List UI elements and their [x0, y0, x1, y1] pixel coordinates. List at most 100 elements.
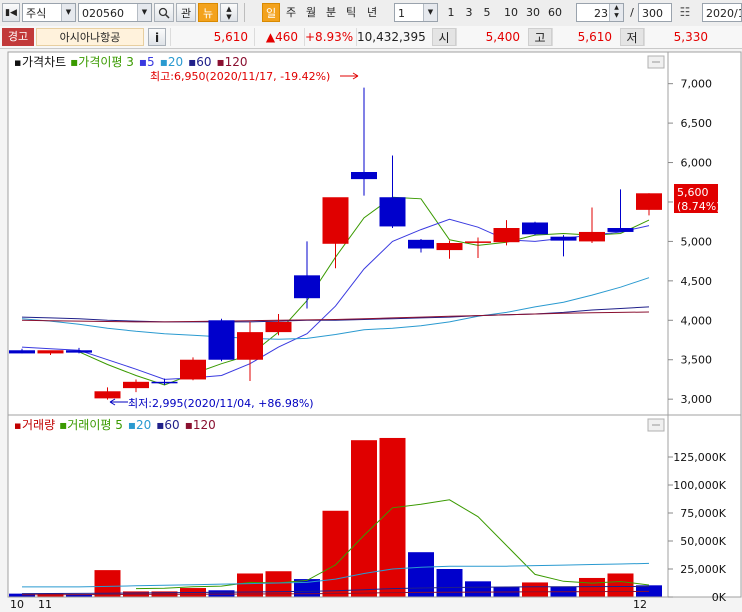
quick-interval-5[interactable]: 5 [480, 3, 494, 22]
stepper-updown-icon[interactable]: ▲ ▼ [220, 3, 238, 22]
x-label-11: 11 [38, 598, 52, 611]
volume-bar [322, 510, 349, 597]
date-input[interactable]: 2020/1 [702, 3, 742, 22]
legend-item-price-legend-2: ▪20 [160, 55, 183, 69]
warning-badge: 경고 [2, 28, 34, 46]
date-value: 2020/1 [706, 7, 742, 20]
chart-area[interactable]: ▪ 가격차트 ▪가격이평 3 ▪5 ▪20 ▪60 ▪120 ▪ 거래량 ▪거래이평 5… [0, 48, 742, 612]
candle-body [522, 222, 548, 235]
open-price: 5,400 [456, 28, 526, 46]
x-axis: 10 11 12 [8, 596, 668, 611]
legend-item-price-legend-3: ▪60 [188, 55, 211, 69]
quick-interval-3[interactable]: 3 [462, 3, 476, 22]
volume-bar [522, 582, 548, 597]
volume-bar [607, 573, 634, 597]
quick-interval-1[interactable]: 1 [444, 3, 458, 22]
stepper-icon[interactable]: ▲ ▼ [609, 4, 623, 21]
volume-bar [9, 593, 35, 597]
volume-legend-bullet: ▪ [14, 419, 21, 432]
price-tick-label: 4,000 [681, 314, 713, 327]
stock-name: 아시아나항공 [36, 28, 144, 46]
candle-body [94, 391, 121, 399]
price-tick-label: 5,000 [681, 235, 713, 248]
candle-body [493, 228, 520, 243]
last-price-tag: 5,600 (8.74%) [674, 184, 721, 213]
quick-interval-60[interactable]: 60 [546, 3, 564, 22]
candle-body [550, 236, 577, 241]
volume-bar [465, 581, 491, 597]
candle-body [379, 197, 406, 227]
legend-item-vol-legend-1: ▪20 [128, 418, 151, 432]
watchlist-button[interactable]: 관 [176, 3, 196, 22]
total-count-field[interactable]: 300 [638, 3, 672, 22]
high-price: 5,610 [552, 28, 618, 46]
candle-body [237, 332, 263, 360]
toolbar: ▮◀ 주식 ▼ 020560 ▼ 관 뉴 ▲ ▼ 일 주 월 분 틱 년 1 ▼ … [0, 0, 742, 27]
trade-volume: 10,432,395 [356, 28, 430, 46]
candle-body [408, 239, 434, 249]
volume-bar [37, 593, 64, 597]
tab-tick[interactable]: 틱 [342, 3, 360, 22]
low-price: 5,330 [644, 28, 714, 46]
price-tick-label: 6,000 [681, 157, 713, 170]
volume-tick-label: 125,000K [673, 451, 726, 464]
volume-tick-label: 25,000K [680, 563, 726, 576]
x-label-12: 12 [633, 598, 647, 611]
price-legend-bullet: ▪ [14, 56, 21, 69]
interval-select[interactable]: 1 ▼ [394, 3, 438, 22]
tab-month[interactable]: 월 [302, 3, 320, 22]
current-price: 5,610 [170, 28, 254, 46]
stock-code-value: 020560 [82, 7, 124, 20]
legend-item-price-legend-0: ▪가격이평 3 [70, 55, 134, 69]
volume-bar [379, 437, 406, 597]
search-icon [158, 7, 170, 19]
quick-interval-30[interactable]: 30 [524, 3, 542, 22]
total-count-value: 300 [642, 7, 663, 20]
chevron-down-icon[interactable]: ▼ [423, 4, 437, 21]
volume-tick-label: 100,000K [673, 479, 726, 492]
price-change: ▲460 [254, 28, 304, 46]
high-annotation: 최고:6,950(2020/11/17, -19.42%) [150, 70, 330, 83]
candle-body [208, 320, 235, 360]
tab-week[interactable]: 주 [282, 3, 300, 22]
tab-minute[interactable]: 분 [322, 3, 340, 22]
candle-body [607, 228, 634, 232]
volume-bar [408, 552, 434, 597]
stock-code-input[interactable]: 020560 ▼ [78, 3, 152, 22]
candle-body [465, 241, 491, 243]
low-annotation: 최저:2,995(2020/11/04, +86.98%) [128, 397, 314, 410]
volume-legend: ▪ 거래량 ▪거래이평 5 ▪20 ▪60 ▪120 [14, 418, 216, 432]
grid-settings-icon[interactable]: ☷ [675, 3, 695, 22]
price-tick-label: 6,500 [681, 117, 713, 130]
menu-toggle-button[interactable]: ▮◀ [2, 3, 20, 22]
candle-body [180, 359, 206, 380]
interval-select-value: 1 [398, 7, 405, 20]
open-label: 시 [432, 28, 456, 46]
legend-item-vol-legend-3: ▪120 [185, 418, 216, 432]
volume-tick-label: 50,000K [680, 535, 726, 548]
candle-body [351, 172, 377, 180]
chevron-down-icon[interactable]: ▼ [137, 4, 151, 21]
legend-item-price-legend-4: ▪120 [217, 55, 248, 69]
search-button[interactable] [154, 3, 174, 22]
tab-year[interactable]: 년 [362, 3, 382, 22]
news-button[interactable]: 뉴 [198, 3, 218, 22]
candle-body [9, 350, 35, 354]
tab-day[interactable]: 일 [262, 3, 280, 22]
volume-pane-close-icon[interactable] [647, 418, 665, 432]
price-pane-close-icon[interactable] [647, 55, 665, 69]
chevron-down-icon[interactable]: ▼ [61, 4, 75, 21]
quick-interval-10[interactable]: 10 [502, 3, 520, 22]
info-button[interactable]: i [148, 28, 166, 46]
toolbar-divider [244, 3, 245, 22]
candle-body [265, 321, 292, 333]
last-price-label: 5,600 [677, 186, 709, 199]
count-input[interactable]: 23 ▲ ▼ [576, 3, 624, 22]
candle-body [294, 275, 320, 299]
low-label: 저 [620, 28, 644, 46]
price-tick-label: 7,000 [681, 78, 713, 91]
legend-item-vol-legend-0: ▪거래이평 5 [59, 418, 123, 432]
market-select[interactable]: 주식 ▼ [22, 3, 76, 22]
volume-bar [436, 569, 463, 597]
legend-item-vol-legend-2: ▪60 [156, 418, 179, 432]
